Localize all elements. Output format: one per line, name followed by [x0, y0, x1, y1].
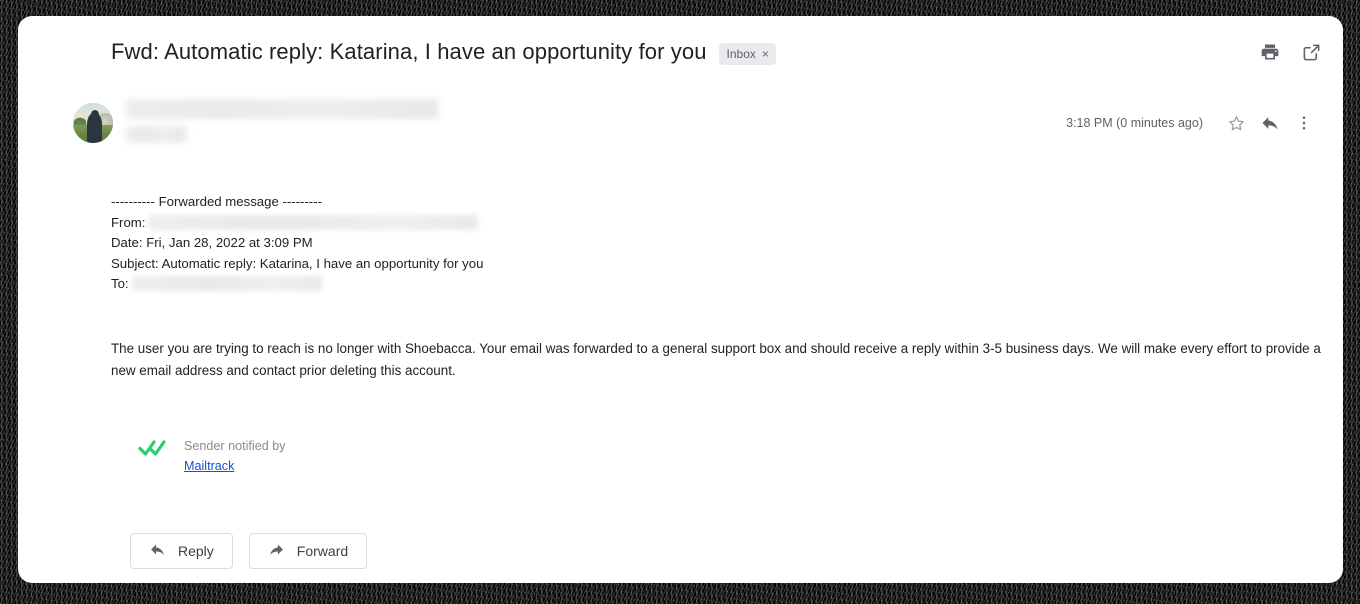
- forwarded-header: ---------- Forwarded message --------- F…: [111, 192, 1327, 295]
- email-card: Fwd: Automatic reply: Katarina, I have a…: [18, 16, 1343, 583]
- forwarded-date-label: Date:: [111, 235, 143, 251]
- forward-arrow-icon: [268, 541, 285, 561]
- label-chip-text: Inbox: [726, 47, 756, 61]
- forwarded-date-line: Date: Fri, Jan 28, 2022 at 3:09 PM: [111, 233, 1327, 254]
- label-chip-inbox[interactable]: Inbox ×: [718, 43, 776, 65]
- forward-button[interactable]: Forward: [248, 533, 368, 569]
- double-check-icon: [138, 436, 168, 463]
- timestamp: 3:18 PM (0 minutes ago): [1066, 116, 1203, 130]
- header-icon-group: [1260, 42, 1321, 62]
- forward-button-label: Forward: [296, 543, 349, 559]
- forwarded-subject-label: Subject:: [111, 255, 159, 271]
- forwarded-to-redacted: [131, 276, 322, 292]
- message-meta: 3:18 PM (0 minutes ago): [1066, 108, 1321, 138]
- page-title: Fwd: Automatic reply: Katarina, I have a…: [111, 39, 707, 64]
- forwarded-to-line: To:: [111, 274, 1327, 295]
- email-header: Fwd: Automatic reply: Katarina, I have a…: [111, 30, 1321, 74]
- avatar: [73, 103, 113, 143]
- forwarded-date-value: Fri, Jan 28, 2022 at 3:09 PM: [146, 235, 313, 251]
- forwarded-to-label: To:: [111, 276, 129, 292]
- mailtrack-text-group: Sender notified by Mailtrack: [184, 436, 286, 476]
- forwarded-from-line: From:: [111, 213, 1327, 234]
- open-in-new-icon[interactable]: [1302, 43, 1321, 62]
- forwarded-from-label: From:: [111, 214, 146, 230]
- sender-row: 3:18 PM (0 minutes ago): [54, 86, 1321, 150]
- reply-icon[interactable]: [1253, 108, 1287, 138]
- email-body: ---------- Forwarded message --------- F…: [111, 192, 1327, 382]
- star-icon[interactable]: [1219, 108, 1253, 138]
- action-buttons: Reply Forward: [130, 533, 368, 569]
- avatar-person-head: [90, 109, 99, 119]
- sender-name-redacted: [126, 99, 438, 119]
- close-icon[interactable]: ×: [762, 48, 769, 60]
- forwarded-subject-value: Automatic reply: Katarina, I have an opp…: [161, 255, 484, 271]
- sender-email-redacted: [126, 126, 186, 143]
- reply-button-label: Reply: [178, 543, 214, 559]
- reply-arrow-icon: [149, 541, 166, 561]
- more-options-icon[interactable]: [1287, 108, 1321, 138]
- mailtrack-notice: Sender notified by: [184, 439, 286, 453]
- message-body: The user you are trying to reach is no l…: [111, 340, 1321, 378]
- forwarded-divider: ---------- Forwarded message ---------: [111, 194, 322, 209]
- print-icon[interactable]: [1260, 42, 1280, 62]
- reply-button[interactable]: Reply: [130, 533, 233, 569]
- forwarded-from-redacted: [148, 214, 479, 230]
- forwarded-subject-line: Subject: Automatic reply: Katarina, I ha…: [111, 254, 1327, 275]
- mailtrack-signature: Sender notified by Mailtrack: [138, 436, 286, 476]
- mailtrack-link[interactable]: Mailtrack: [184, 456, 286, 476]
